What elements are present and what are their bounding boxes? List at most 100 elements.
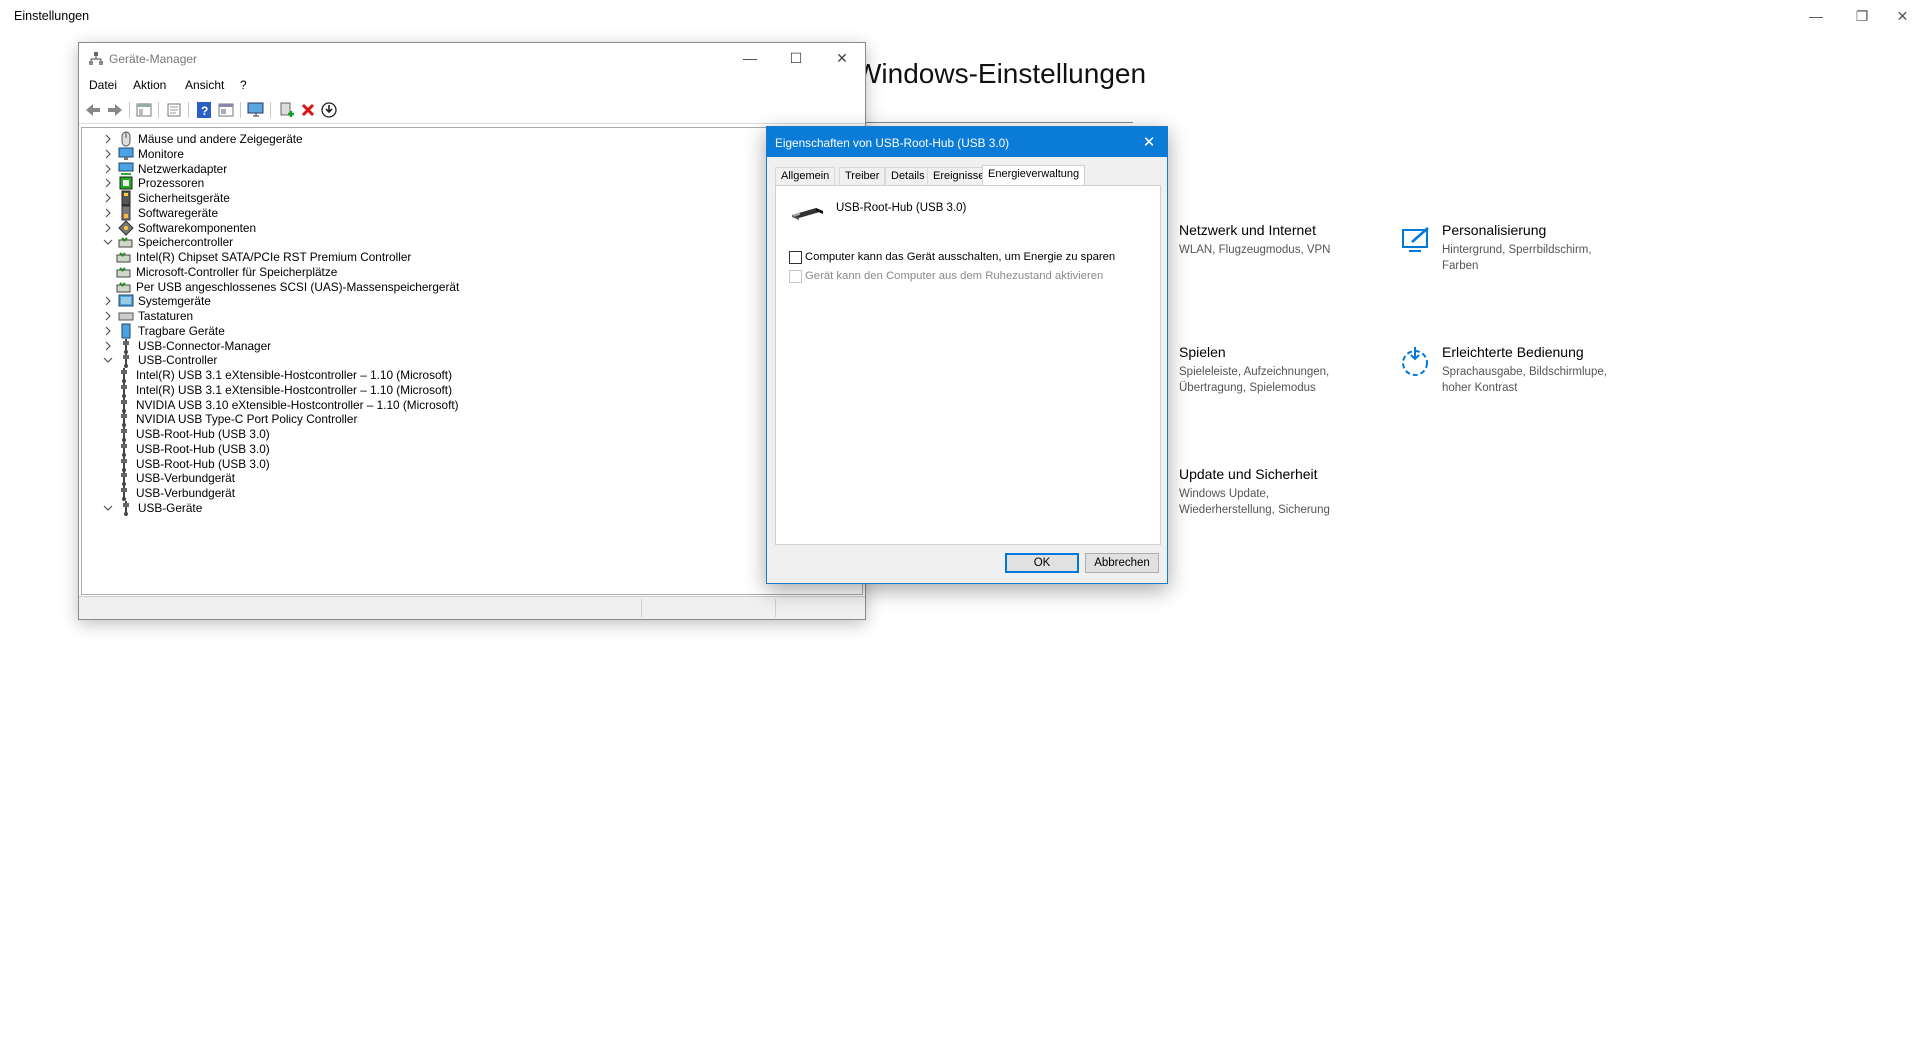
chevron-down-icon[interactable] bbox=[102, 502, 114, 514]
chevron-right-icon[interactable] bbox=[102, 192, 114, 204]
tile-description: Hintergrund, Sperrbildschirm, Farben bbox=[1442, 244, 1592, 272]
usb-icon bbox=[118, 500, 134, 516]
device-manager-titlebar[interactable]: Geräte-Manager — ☐ ✕ bbox=[79, 43, 865, 73]
toolbar: ? bbox=[79, 97, 865, 124]
usb-plug-icon bbox=[792, 208, 823, 220]
close-icon: ✕ bbox=[1142, 134, 1156, 151]
console-tree-icon bbox=[136, 103, 152, 117]
toolbar-separator bbox=[158, 102, 159, 118]
tree-category[interactable]: USB-Geräte bbox=[102, 499, 202, 517]
chevron-right-icon[interactable] bbox=[102, 207, 114, 219]
cancel-button[interactable]: Abbrechen bbox=[1085, 553, 1159, 573]
dialog-titlebar[interactable]: Eigenschaften von USB-Root-Hub (USB 3.0)… bbox=[767, 127, 1167, 157]
view-icon bbox=[218, 103, 234, 117]
chevron-down-icon[interactable] bbox=[102, 236, 114, 248]
checkbox-label: Computer kann das Gerät ausschalten, um … bbox=[805, 251, 1116, 263]
dialog-close-button[interactable]: ✕ bbox=[1131, 127, 1167, 157]
back-button[interactable] bbox=[84, 101, 102, 119]
tile-description: WLAN, Flugzeugmodus, VPN bbox=[1179, 244, 1331, 256]
dialog-title: Eigenschaften von USB-Root-Hub (USB 3.0) bbox=[775, 136, 1010, 150]
ok-button[interactable]: OK bbox=[1005, 553, 1079, 573]
dm-close-button[interactable]: ✕ bbox=[819, 43, 865, 73]
uninstall-device-button[interactable] bbox=[299, 101, 317, 119]
tab-allgemein[interactable]: Allgemein bbox=[775, 167, 836, 185]
tile-personalization[interactable]: Personalisierung Hintergrund, Sperrbilds… bbox=[1400, 222, 1640, 282]
device-name: USB-Root-Hub (USB 3.0) bbox=[836, 202, 967, 214]
tab-treiber[interactable]: Treiber bbox=[839, 167, 886, 185]
tile-ease-of-access[interactable]: Erleichterte Bedienung Sprachausgabe, Bi… bbox=[1400, 344, 1640, 404]
tile-description: Spieleleiste, Aufzeichnungen, Übertragun… bbox=[1179, 366, 1330, 394]
properties-dialog: Eigenschaften von USB-Root-Hub (USB 3.0)… bbox=[766, 126, 1168, 584]
properties-icon bbox=[167, 103, 181, 117]
chevron-right-icon[interactable] bbox=[102, 222, 114, 234]
tree-label: USB-Geräte bbox=[138, 500, 203, 515]
maximize-icon: ☐ bbox=[789, 49, 803, 66]
chevron-right-icon[interactable] bbox=[102, 133, 114, 145]
chevron-right-icon[interactable] bbox=[102, 163, 114, 175]
minimize-button[interactable]: — bbox=[1793, 0, 1839, 32]
search-box-edge[interactable] bbox=[855, 122, 1133, 123]
menubar: Datei Aktion Ansicht ? bbox=[79, 75, 865, 95]
tile-title: Personalisierung bbox=[1442, 222, 1547, 238]
toolbar-separator bbox=[270, 102, 271, 118]
tile-title: Spielen bbox=[1179, 344, 1226, 360]
tab-ereignisse[interactable]: Ereignisse bbox=[927, 167, 991, 185]
allow-power-off-option[interactable]: Computer kann das Gerät ausschalten, um … bbox=[789, 249, 1115, 265]
checkbox-label: Gerät kann den Computer aus dem Ruhezust… bbox=[805, 270, 1104, 282]
toolbar-separator bbox=[188, 102, 189, 118]
action-view-button[interactable] bbox=[217, 101, 235, 119]
menu-help[interactable]: ? bbox=[240, 78, 247, 92]
toolbar-separator bbox=[129, 102, 130, 118]
device-tree[interactable]: Mäuse und andere Zeigegeräte Monitore Netz… bbox=[81, 127, 863, 595]
tile-title: Netzwerk und Internet bbox=[1179, 222, 1316, 238]
help-icon: ? bbox=[197, 102, 211, 118]
allow-power-off-checkbox[interactable] bbox=[789, 250, 802, 264]
help-button[interactable]: ? bbox=[195, 101, 213, 119]
restore-icon: ❐ bbox=[1855, 7, 1869, 24]
forward-arrow-icon bbox=[108, 104, 122, 116]
back-arrow-icon bbox=[86, 104, 100, 116]
close-icon: ✕ bbox=[1896, 7, 1909, 24]
chevron-down-icon[interactable] bbox=[102, 354, 114, 366]
svg-text:?: ? bbox=[201, 104, 208, 118]
toolbar-separator bbox=[240, 102, 241, 118]
dm-minimize-button[interactable]: — bbox=[727, 43, 773, 73]
restore-button[interactable]: ❐ bbox=[1839, 0, 1885, 32]
status-bar bbox=[79, 596, 865, 619]
status-bar-divider bbox=[641, 599, 642, 617]
menu-ansicht[interactable]: Ansicht bbox=[185, 78, 224, 92]
chevron-right-icon[interactable] bbox=[102, 295, 114, 307]
chevron-right-icon[interactable] bbox=[102, 148, 114, 160]
allow-wake-option: Gerät kann den Computer aus dem Ruhezust… bbox=[789, 268, 1103, 284]
minimize-icon: — bbox=[1809, 8, 1823, 24]
add-driver-button[interactable] bbox=[277, 101, 295, 119]
dm-maximize-button[interactable]: ☐ bbox=[773, 43, 819, 73]
update-driver-button[interactable] bbox=[320, 101, 338, 119]
scan-hardware-button[interactable] bbox=[247, 101, 265, 119]
device-manager-icon bbox=[89, 52, 103, 65]
page-title: Windows-Einstellungen bbox=[855, 58, 1147, 89]
device-manager-title: Geräte-Manager bbox=[109, 52, 198, 66]
close-button[interactable]: ✕ bbox=[1885, 0, 1920, 32]
chevron-right-icon[interactable] bbox=[102, 177, 114, 189]
ease-of-access-icon bbox=[1402, 347, 1428, 376]
device-manager-window: Geräte-Manager — ☐ ✕ Datei Aktion Ansich… bbox=[78, 42, 866, 620]
properties-button[interactable] bbox=[165, 101, 183, 119]
menu-aktion[interactable]: Aktion bbox=[133, 78, 166, 92]
chevron-right-icon[interactable] bbox=[102, 325, 114, 337]
chevron-right-icon[interactable] bbox=[102, 340, 114, 352]
menu-datei[interactable]: Datei bbox=[89, 78, 117, 92]
tab-details[interactable]: Details bbox=[885, 167, 931, 185]
tile-title: Erleichterte Bedienung bbox=[1442, 344, 1584, 360]
tab-energieverwaltung[interactable]: Energieverwaltung bbox=[982, 165, 1086, 186]
power-management-page: USB-Root-Hub (USB 3.0) Computer kann das… bbox=[775, 185, 1161, 545]
delete-x-icon bbox=[301, 103, 315, 117]
status-bar-divider bbox=[775, 599, 776, 617]
chevron-right-icon[interactable] bbox=[102, 310, 114, 322]
add-driver-icon bbox=[280, 102, 294, 117]
personalization-icon bbox=[1402, 227, 1429, 252]
minimize-icon: — bbox=[743, 50, 757, 66]
close-icon: ✕ bbox=[836, 49, 848, 66]
show-hide-console-tree-button[interactable] bbox=[135, 101, 153, 119]
forward-button[interactable] bbox=[106, 101, 124, 119]
